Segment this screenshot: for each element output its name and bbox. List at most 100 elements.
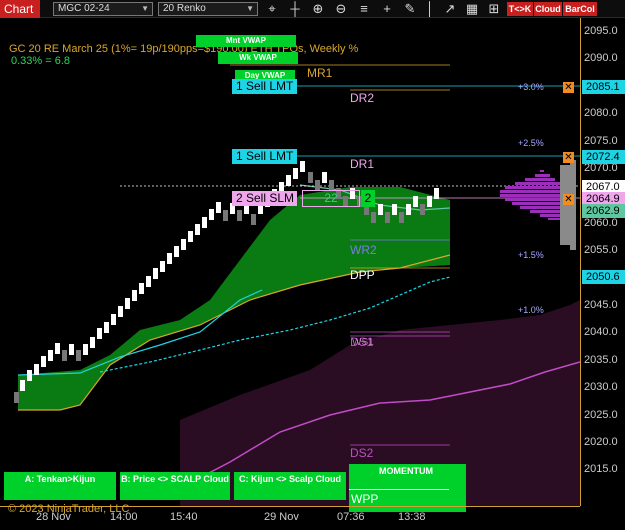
price-tick: 2090.0 (584, 52, 618, 65)
price-tick: 2025.0 (584, 408, 618, 421)
renko-brick (20, 380, 25, 391)
level-ds2: DS2 (350, 446, 374, 460)
barcol-toggle-button[interactable]: BarCol (563, 2, 597, 16)
drawing-tools-icon[interactable]: ✎ (402, 1, 418, 17)
time-tick: 07:36 (337, 511, 365, 523)
vertical-line-icon[interactable]: │ (422, 1, 438, 17)
renko-brick (406, 204, 411, 215)
renko-brick (322, 172, 327, 183)
price-tick: 2040.0 (584, 326, 618, 339)
cancel-order-icon[interactable]: ✕ (563, 82, 574, 93)
cancel-order-icon[interactable]: ✕ (563, 194, 574, 205)
renko-brick (188, 231, 193, 242)
momentum-panel[interactable]: MOMENTUM WPP (349, 464, 466, 512)
properties-icon[interactable]: ≡ (356, 1, 372, 17)
monthly-vwap-label: Mnt VWAP (196, 35, 296, 47)
weekly-vwap-label: Wk VWAP (218, 52, 298, 64)
data-box-icon[interactable]: ▦ (464, 1, 480, 17)
renko-brick (27, 370, 32, 381)
price-tick: 2030.0 (584, 381, 618, 394)
bar-style-icon[interactable]: ┼ (287, 1, 303, 17)
price-tick: 2080.0 (584, 107, 618, 120)
renko-brick (174, 246, 179, 257)
renko-brick (153, 268, 158, 279)
renko-brick (132, 290, 137, 301)
pct-marker-3: +3.0% (518, 82, 544, 92)
instrument-selector[interactable]: MGC 02-24 ▼ (53, 2, 153, 16)
trend-icon[interactable]: ↗ (442, 1, 458, 17)
zoom-in-icon[interactable]: ⊕ (310, 1, 326, 17)
zoom-out-icon[interactable]: ⊖ (333, 1, 349, 17)
renko-brick (434, 188, 439, 199)
crosshair-icon[interactable]: ⌖ (264, 1, 280, 17)
tenkan-kijun-signal[interactable]: A: Tenkan>Kijun (4, 472, 116, 500)
volume-profile (560, 160, 576, 250)
plus-icon[interactable]: + (379, 1, 395, 17)
level-dr1: DR1 (350, 157, 375, 171)
price-box-sell-limit-top: 2085.1 (582, 80, 625, 94)
renko-brick (181, 239, 186, 250)
renko-brick (392, 204, 397, 215)
cloud-toggle-button[interactable]: Cloud (534, 2, 562, 16)
level-wpp: WPP (351, 492, 379, 506)
wpp-line (349, 489, 449, 490)
level-ws1: WS1 (352, 337, 374, 348)
order-sell-stop-limit[interactable]: 2 Sell SLM (232, 191, 297, 206)
renko-brick (420, 204, 425, 215)
price-box-kijun: 2050.6 (582, 270, 625, 284)
order-sell-limit-top[interactable]: 1 Sell LMT (232, 79, 297, 94)
tpo-profile (500, 170, 560, 220)
time-tick: 13:38 (398, 511, 426, 523)
level-dpp: DPP (350, 268, 375, 282)
chevron-down-icon: ▼ (141, 4, 149, 13)
order-close-button[interactable]: 2 (361, 190, 375, 207)
renko-brick (209, 209, 214, 220)
renko-brick (293, 168, 298, 179)
price-tick: 2095.0 (584, 25, 618, 37)
renko-brick (111, 314, 116, 325)
price-tick: 2035.0 (584, 353, 618, 366)
level-mr1: MR1 (307, 66, 333, 80)
price-box-sell-limit-mid: 2072.4 (582, 150, 625, 164)
tk-toggle-button[interactable]: T<>K (507, 2, 533, 16)
bar-type-selector[interactable]: 20 Renko ▼ (158, 2, 258, 16)
renko-brick (69, 344, 74, 355)
order-sell-limit-mid[interactable]: 1 Sell LMT (232, 149, 297, 164)
price-tick: 2060.0 (584, 216, 618, 229)
order-quantity-box[interactable]: 22 (302, 190, 360, 207)
pct-marker-15: +1.5% (518, 250, 544, 260)
price-tick: 2015.0 (584, 463, 618, 476)
price-tick: 2075.0 (584, 134, 618, 147)
renko-brick (216, 202, 221, 213)
renko-brick (160, 261, 165, 272)
chart-toolbar: Chart MGC 02-24 ▼ 20 Renko ▼ ⌖ ┼ ⊕ ⊖ ≡ +… (0, 0, 625, 18)
renko-brick (223, 210, 228, 221)
renko-brick (48, 350, 53, 361)
chart-plot-area[interactable]: GC 20 RE March 25 (1%= 19p/190pps=$190.0… (0, 18, 580, 515)
price-box-tenkan: 2062.9 (582, 204, 625, 218)
price-scalp-signal[interactable]: B: Price <> SCALP Cloud (120, 472, 230, 500)
kijun-scalp-signal[interactable]: C: Kijun <> Scalp Cloud (234, 472, 346, 500)
chart-title-tab[interactable]: Chart (0, 0, 40, 18)
renko-brick (413, 196, 418, 207)
cancel-order-icon[interactable]: ✕ (563, 152, 574, 163)
renko-brick (83, 344, 88, 355)
chart-trader-icon[interactable]: ⊞ (486, 1, 502, 17)
time-tick: 28 Nov (36, 511, 71, 523)
renko-brick (41, 356, 46, 367)
bar-type-value: 20 Renko (163, 3, 206, 14)
momentum-label: MOMENTUM (379, 466, 433, 476)
price-tick: 2055.0 (584, 244, 618, 257)
renko-brick (399, 212, 404, 223)
time-axis[interactable]: 28 Nov 14:00 15:40 29 Nov 07:36 13:38 (0, 506, 580, 530)
level-wr2: WR2 (350, 243, 377, 257)
level-dr2: DR2 (350, 91, 375, 105)
renko-brick (286, 175, 291, 186)
renko-brick (202, 217, 207, 228)
time-tick: 14:00 (110, 511, 138, 523)
renko-brick (251, 214, 256, 225)
renko-brick (300, 161, 305, 172)
price-axis[interactable]: 2095.02090.02085.02080.02075.02070.02065… (580, 18, 625, 506)
renko-brick (237, 210, 242, 221)
pct-marker-1: +1.0% (518, 305, 544, 315)
